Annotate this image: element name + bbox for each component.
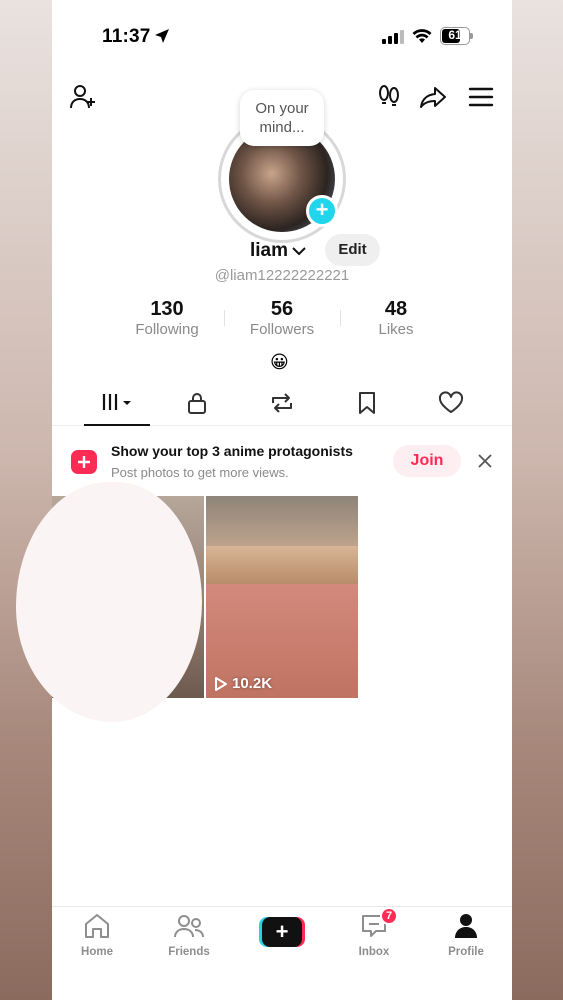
- stat-label: Followers: [249, 321, 315, 338]
- tab-favorites[interactable]: [337, 385, 397, 425]
- share-icon[interactable]: [418, 82, 448, 112]
- promo-subtitle: Post photos to get more views.: [111, 465, 289, 480]
- heart-outline-icon: [438, 391, 464, 413]
- add-post-icon: [71, 450, 97, 474]
- redaction-blob: [16, 482, 202, 722]
- chevron-down-icon[interactable]: [292, 246, 306, 256]
- join-button[interactable]: Join: [393, 445, 461, 477]
- nav-label: Home: [81, 946, 113, 958]
- repost-icon: [272, 393, 292, 413]
- tab-videos[interactable]: [84, 385, 150, 426]
- plus-icon: +: [262, 917, 302, 947]
- promo-banner: Show your top 3 anime protagonists Post …: [52, 438, 512, 488]
- edit-profile-button[interactable]: Edit: [325, 234, 380, 266]
- nav-inbox[interactable]: Inbox: [339, 913, 409, 958]
- profile-icon: [455, 914, 477, 938]
- nav-friends[interactable]: Friends: [154, 913, 224, 958]
- profile-handle: @liam12222222221: [214, 267, 350, 284]
- battery-icon: 61: [440, 27, 473, 45]
- stat-value: 130: [150, 298, 184, 320]
- nav-label: Profile: [448, 946, 484, 958]
- friends-icon: [174, 915, 204, 938]
- tab-reposts[interactable]: [252, 385, 312, 425]
- wifi-icon: [412, 29, 432, 43]
- tab-liked[interactable]: [421, 385, 481, 425]
- bottom-nav: Home Friends + Inbox 7 Profile: [52, 906, 512, 1000]
- stat-likes[interactable]: 48 Likes: [336, 298, 456, 338]
- nav-label: Inbox: [358, 946, 390, 958]
- view-count-container: 10.2K: [214, 675, 272, 692]
- close-icon[interactable]: [476, 452, 494, 470]
- status-time: 11:37: [102, 26, 151, 47]
- bio-emoji: 😀: [270, 352, 289, 372]
- add-friend-icon[interactable]: [68, 82, 98, 112]
- profile-tabs: [52, 385, 512, 426]
- play-icon: [215, 676, 227, 691]
- stat-label: Following: [135, 321, 199, 338]
- thumbnail-hair: [206, 546, 358, 586]
- home-icon: [85, 914, 109, 938]
- view-count: 10.2K: [232, 675, 273, 692]
- create-button[interactable]: +: [259, 917, 305, 947]
- menu-icon[interactable]: [466, 82, 496, 112]
- stat-value: 48: [384, 298, 408, 320]
- stat-followers[interactable]: 56 Followers: [222, 298, 342, 338]
- nav-label: Friends: [168, 946, 210, 958]
- promo-title: Show your top 3 anime protagonists: [111, 443, 353, 459]
- bookmark-icon: [359, 392, 375, 414]
- stat-following[interactable]: 130 Following: [107, 298, 227, 338]
- stat-value: 56: [270, 298, 294, 320]
- lock-icon: [188, 393, 206, 414]
- profile-username[interactable]: liam: [250, 240, 288, 262]
- thought-bubble[interactable]: On your mind...: [240, 90, 324, 146]
- video-thumbnail[interactable]: 🐔 10.2K: [206, 496, 358, 698]
- add-story-button[interactable]: +: [306, 195, 338, 227]
- inbox-badge: 7: [380, 907, 398, 925]
- nav-profile[interactable]: Profile: [431, 913, 501, 958]
- nav-home[interactable]: Home: [62, 913, 132, 958]
- tab-private[interactable]: [167, 385, 227, 425]
- status-bar: 11:37 61: [52, 0, 512, 70]
- footprints-icon[interactable]: [374, 82, 404, 112]
- location-arrow-icon: [155, 29, 169, 43]
- videos-grid-icon: [102, 394, 131, 410]
- battery-level: 61: [448, 28, 462, 42]
- stat-label: Likes: [378, 321, 414, 338]
- cellular-signal-icon: [382, 30, 404, 44]
